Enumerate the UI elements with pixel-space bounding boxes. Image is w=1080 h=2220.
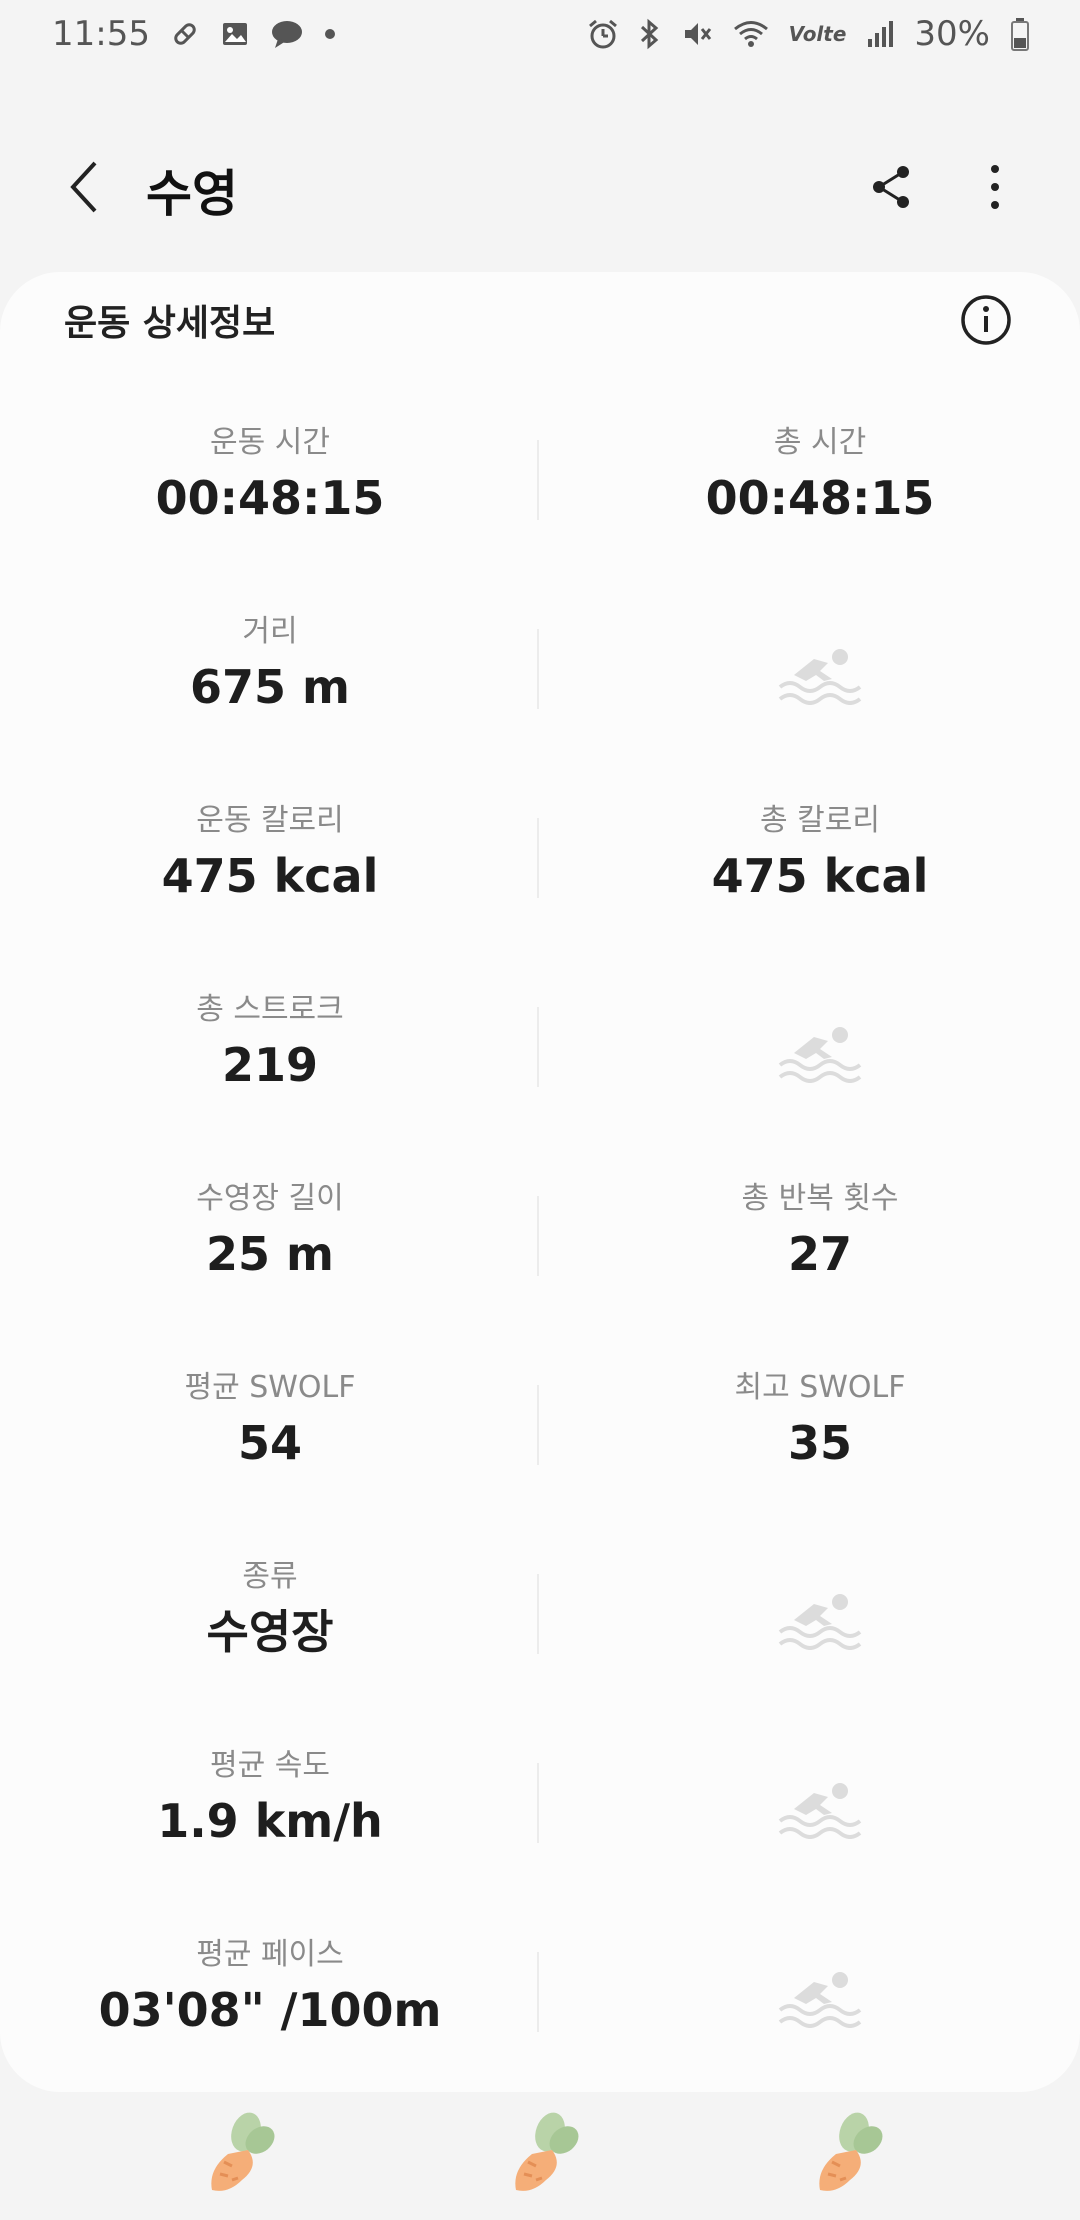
column-divider [537, 629, 539, 709]
bottom-bar [0, 2110, 1080, 2220]
metric-value: 수영장 [206, 1605, 334, 1659]
metric-row: 평균 페이스 03'08" /100m [0, 1934, 1080, 2123]
share-icon [873, 166, 909, 208]
metric-row: 총 스트로크 219 [0, 989, 1080, 1178]
metric-label: 운동 시간 [210, 425, 330, 460]
metric-cell-right: 최고 SWOLF 35 [580, 1367, 1060, 1487]
status-time: 11:55 [52, 14, 150, 54]
swimmer-icon [776, 1590, 866, 1650]
metric-cell-left: 거리 675 m [0, 611, 540, 731]
status-left: 11:55 [52, 14, 336, 54]
metric-label: 수영장 길이 [196, 1181, 344, 1216]
metric-value: 475 kcal [161, 849, 379, 903]
metric-row: 평균 SWOLF 54 최고 SWOLF 35 [0, 1367, 1080, 1556]
column-divider [537, 818, 539, 898]
metric-cell-left: 총 스트로크 219 [0, 989, 540, 1109]
metric-value: 675 m [190, 660, 350, 714]
carrot-icon [810, 2110, 890, 2200]
metric-row: 종류수영장 [0, 1556, 1080, 1745]
metric-value: 54 [237, 1416, 302, 1470]
dot-icon [324, 14, 336, 54]
metrics-grid: 운동 시간 00:48:15 총 시간 00:48:15 거리 675 m 운동 칼로리 47… [0, 422, 1080, 2123]
swimmer-icon [776, 1023, 866, 1083]
column-divider [537, 1385, 539, 1465]
column-divider [537, 1196, 539, 1276]
column-divider [537, 440, 539, 520]
metric-value: 00:48:15 [155, 471, 385, 525]
metric-label: 평균 속도 [210, 1748, 330, 1783]
column-divider [537, 1007, 539, 1087]
metric-label: 거리 [242, 614, 298, 649]
swimmer-icon [776, 1968, 866, 2028]
status-bar: 11:55 Volte 30% [0, 0, 1080, 68]
column-divider [537, 1952, 539, 2032]
metric-value: 1.9 km/h [157, 1794, 383, 1848]
page-title: 수영 [146, 165, 238, 223]
wifi-icon [733, 14, 769, 54]
metric-label: 평균 페이스 [196, 1937, 344, 1972]
back-button[interactable] [50, 152, 120, 222]
chevron-left-icon [70, 161, 97, 213]
metric-cell-left: 평균 페이스 03'08" /100m [0, 1934, 540, 2054]
metric-label: 총 시간 [773, 425, 867, 460]
metric-cell-right: 총 시간 00:48:15 [580, 422, 1060, 542]
metric-row: 운동 시간 00:48:15 총 시간 00:48:15 [0, 422, 1080, 611]
alarm-icon [587, 14, 619, 54]
metric-label: 총 반복 횟수 [741, 1181, 899, 1216]
gallery-icon [220, 14, 250, 54]
carrot-icon [202, 2110, 282, 2200]
metric-label: 종류 [242, 1559, 298, 1594]
metric-cell-left: 운동 시간 00:48:15 [0, 422, 540, 542]
metric-value: 00:48:15 [705, 471, 935, 525]
metric-value: 27 [787, 1227, 852, 1281]
column-divider [537, 1763, 539, 1843]
pill-icon [170, 14, 200, 54]
share-button[interactable] [856, 152, 926, 222]
metric-value: 35 [787, 1416, 852, 1470]
metric-cell-right: 총 반복 횟수 27 [580, 1178, 1060, 1298]
metric-value: 219 [221, 1038, 319, 1092]
volte-icon: Volte [788, 22, 847, 46]
metric-label: 총 스트로크 [196, 992, 344, 1027]
metric-row: 거리 675 m [0, 611, 1080, 800]
battery-icon [1010, 14, 1030, 54]
metric-label: 총 칼로리 [760, 803, 880, 838]
metric-row: 수영장 길이 25 m 총 반복 횟수 27 [0, 1178, 1080, 1367]
carrot-icon [506, 2110, 586, 2200]
metric-value: 25 m [206, 1227, 334, 1281]
metric-row: 운동 칼로리 475 kcal 총 칼로리 475 kcal [0, 800, 1080, 989]
metric-value: 03'08" /100m [98, 1983, 442, 2037]
more-vertical-icon [991, 165, 999, 209]
info-icon [961, 295, 1011, 345]
column-divider [537, 1574, 539, 1654]
info-button[interactable] [958, 292, 1014, 348]
metric-label: 최고 SWOLF [734, 1370, 906, 1405]
signal-icon [866, 14, 894, 54]
swimmer-icon [776, 1779, 866, 1839]
app-bar: 수영 [0, 140, 1080, 236]
metric-value: 475 kcal [711, 849, 929, 903]
metric-label: 평균 SWOLF [184, 1370, 356, 1405]
metric-cell-left: 종류수영장 [0, 1556, 540, 1676]
metric-cell-left: 평균 SWOLF 54 [0, 1367, 540, 1487]
chat-bubble-icon [270, 14, 304, 54]
metric-cell-left: 수영장 길이 25 m [0, 1178, 540, 1298]
metric-cell-left: 평균 속도 1.9 km/h [0, 1745, 540, 1865]
metric-row: 평균 속도 1.9 km/h [0, 1745, 1080, 1934]
card-title: 운동 상세정보 [64, 303, 276, 344]
status-right: Volte 30% [587, 14, 1030, 54]
metric-cell-right: 총 칼로리 475 kcal [580, 800, 1060, 920]
swimmer-icon [776, 645, 866, 705]
bluetooth-icon [639, 14, 661, 54]
mute-icon [681, 14, 713, 54]
metric-label: 운동 칼로리 [196, 803, 344, 838]
metric-cell-left: 운동 칼로리 475 kcal [0, 800, 540, 920]
battery-percent: 30% [914, 14, 990, 54]
workout-details-card: 운동 상세정보 운동 시간 00:48:15 총 시간 00:48:15 거리 675 m… [0, 272, 1080, 2092]
more-options-button[interactable] [960, 152, 1030, 222]
